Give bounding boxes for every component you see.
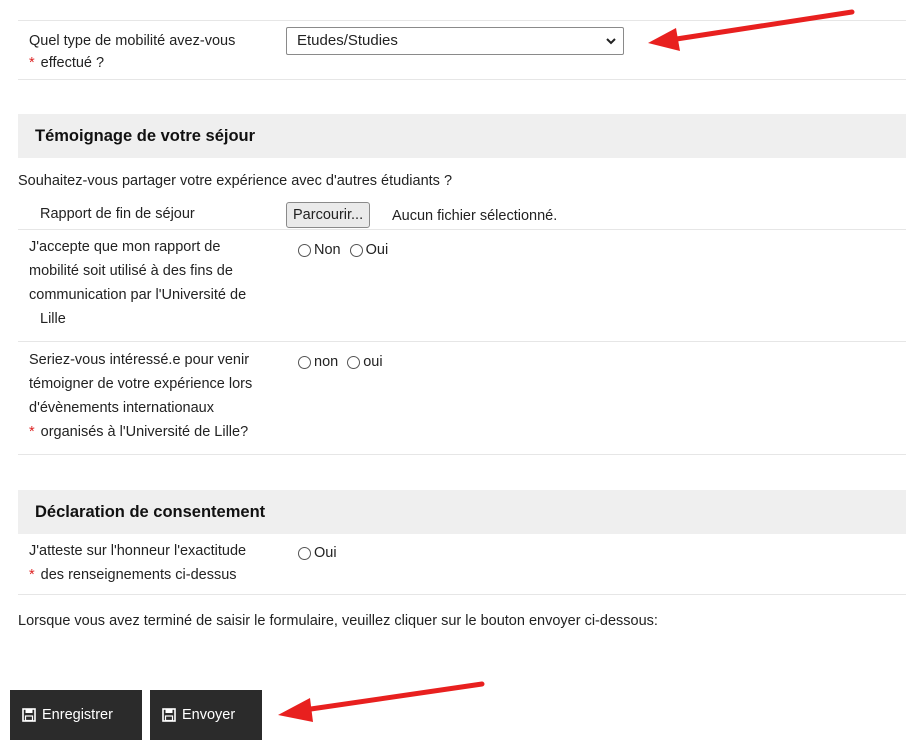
radio-oui-interest[interactable]: [347, 355, 361, 369]
consent-label-line3: communication par l'Université de: [29, 287, 247, 303]
radio-non-interest-label: non: [314, 354, 339, 370]
interest-label-line4: organisés à l'Université de Lille?: [40, 424, 249, 440]
consent-label-line4: Lille: [40, 311, 66, 327]
interest-label-line4-wrap: * organisés à l'Université de Lille?: [29, 421, 248, 443]
interest-label-line1: Seriez-vous intéressé.e pour venir: [29, 352, 250, 368]
arrow-annotation-icon: [278, 681, 485, 722]
floppy-disk-icon: [162, 708, 176, 722]
browse-file-button[interactable]: Parcourir...: [286, 202, 371, 228]
declaration-label-line2-wrap: * des renseignements ci-dessus: [29, 564, 237, 586]
submit-button[interactable]: Envoyer: [150, 690, 262, 740]
report-label: Rapport de fin de séjour: [40, 206, 195, 222]
row-divider: [18, 454, 906, 455]
radio-oui-label: Oui: [365, 242, 389, 258]
section-heading-testimony: Témoignage de votre séjour: [18, 114, 906, 158]
radio-oui-declaration[interactable]: [298, 546, 311, 560]
radio-oui[interactable]: [349, 243, 363, 257]
row-divider: [18, 341, 906, 342]
interest-radio-group: non oui: [298, 352, 392, 372]
required-mark: *: [29, 567, 35, 583]
radio-non-interest[interactable]: [298, 355, 311, 369]
required-mark: *: [29, 424, 35, 440]
interest-label-line3: d'évènements internationaux: [29, 400, 214, 416]
chevron-down-icon: [606, 38, 616, 45]
declaration-label-line2: des renseignements ci-dessus: [40, 567, 237, 583]
mobility-label-line2-wrap: * effectué ?: [29, 52, 104, 74]
consent-label-line1: J'accepte que mon rapport de: [29, 239, 221, 255]
radio-oui-interest-label: oui: [363, 354, 383, 370]
footer-instructions: Lorsque vous avez terminé de saisir le f…: [18, 613, 658, 629]
mobility-selected-value: Etudes/Studies: [297, 32, 398, 49]
radio-non-label: Non: [314, 242, 341, 258]
mobility-type-select[interactable]: Etudes/Studies: [286, 27, 624, 55]
save-button-label: Enregistrer: [42, 707, 113, 723]
radio-oui-declaration-label: Oui: [314, 545, 337, 561]
row-divider: [18, 229, 906, 230]
interest-label-line2: témoigner de votre expérience lors: [29, 376, 253, 392]
radio-non[interactable]: [298, 243, 311, 257]
no-file-text: Aucun fichier sélectionné.: [392, 208, 558, 224]
submit-button-label: Envoyer: [182, 707, 236, 723]
mobility-label-line2: effectué ?: [40, 55, 105, 71]
testimony-intro: Souhaitez-vous partager votre expérience…: [18, 173, 453, 189]
row-divider: [18, 594, 906, 595]
row-divider: [18, 79, 906, 80]
arrow-annotation-icon: [648, 9, 855, 51]
mobility-label-line1: Quel type de mobilité avez-vous: [29, 33, 236, 49]
declaration-label-line1: J'atteste sur l'honneur l'exactitude: [29, 543, 247, 559]
section-heading-declaration: Déclaration de consentement: [18, 490, 906, 534]
consent-radio-group: Non Oui: [298, 240, 397, 260]
consent-label-line2: mobilité soit utilisé à des fins de: [29, 263, 233, 279]
floppy-disk-icon: [22, 708, 36, 722]
declaration-radio-group: Oui: [298, 543, 346, 563]
required-mark: *: [29, 55, 35, 71]
save-button[interactable]: Enregistrer: [10, 690, 142, 740]
